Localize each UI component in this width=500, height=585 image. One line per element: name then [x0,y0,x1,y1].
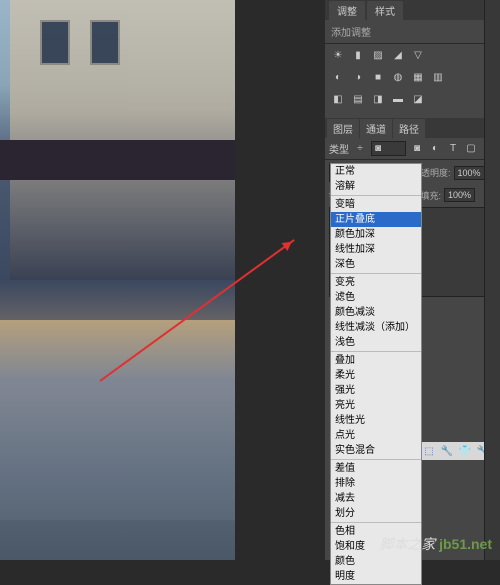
blend-option[interactable]: 强光 [331,383,421,398]
blend-option[interactable]: 差值 [331,461,421,476]
brightness-icon[interactable]: ☀ [331,48,345,62]
lookup-icon[interactable]: ▥ [431,70,445,84]
threshold-icon[interactable]: ◨ [371,92,385,106]
hue-icon[interactable]: ◐ [331,70,345,84]
blend-option[interactable]: 线性加深 [331,242,421,257]
blend-option[interactable]: 变暗 [331,197,421,212]
filter-type-icon[interactable]: T [446,142,460,156]
blend-option[interactable]: 实色混合 [331,443,421,458]
adjustment-icons-row1: ☀ ▮ ▨ ◢ ▽ [325,44,500,66]
tab-channels[interactable]: 通道 [360,119,392,138]
tab-styles[interactable]: 样式 [367,1,403,20]
levels-icon[interactable]: ▮ [351,48,365,62]
watermark-url: jb51.net [439,536,492,552]
separator [331,522,421,523]
layers-panel-tabs: 图层 通道 路径 [325,118,500,138]
canvas-preview [0,0,235,560]
blend-mode-dropdown[interactable]: 正常溶解变暗正片叠底颜色加深线性加深深色变亮滤色颜色减淡线性减淡（添加）浅色叠加… [330,163,422,585]
blend-option[interactable]: 颜色减淡 [331,305,421,320]
bw-icon[interactable]: ■ [371,70,385,84]
tab-adjustments[interactable]: 调整 [329,1,365,20]
kind-select[interactable]: ◙ [371,141,406,156]
layer-filter-row: 类型 ÷ ◙ ◙ ◐ T ▢ ◇ [325,138,500,160]
separator [331,459,421,460]
window-shape [90,20,120,65]
blend-option[interactable]: 滤色 [331,290,421,305]
water-shape [0,320,235,520]
selective-icon[interactable]: ◪ [411,92,425,106]
blend-option[interactable]: 叠加 [331,353,421,368]
blend-option[interactable]: 线性减淡（添加） [331,320,421,335]
window-shape [40,20,70,65]
filter-shape-icon[interactable]: ▢ [464,142,478,156]
photo-filter-icon[interactable]: ◍ [391,70,405,84]
separator [331,195,421,196]
blend-option[interactable]: 亮光 [331,398,421,413]
blend-option[interactable]: 颜色 [331,554,421,569]
tool-icon[interactable]: ⬚ [422,444,436,458]
wrench-icon[interactable]: 🔧 [440,444,454,458]
shirt-icon[interactable]: 👕 [458,444,472,458]
gradient-map-icon[interactable]: ▬ [391,92,405,106]
tab-layers[interactable]: 图层 [327,119,359,138]
blend-option[interactable]: 划分 [331,506,421,521]
separator [331,273,421,274]
adjustment-icons-row3: ◧ ▤ ◨ ▬ ◪ [325,88,500,110]
adjustment-icons-row2: ◐ ◑ ■ ◍ ▦ ▥ [325,66,500,88]
bottom-toolbar: ⬚ 🔧 👕 🔧 [418,442,494,460]
separator [331,351,421,352]
kind-label: 类型 [329,141,349,156]
exposure-icon[interactable]: ◢ [391,48,405,62]
blend-option[interactable]: 溶解 [331,179,421,194]
blend-option[interactable]: 颜色加深 [331,227,421,242]
filter-pixel-icon[interactable]: ◙ [410,142,424,156]
blend-option[interactable]: 明度 [331,569,421,584]
opacity-value[interactable]: 100% [454,166,485,180]
chevron-down-icon[interactable]: ÷ [353,142,367,156]
tab-paths[interactable]: 路径 [393,119,425,138]
invert-icon[interactable]: ◧ [331,92,345,106]
fill-value[interactable]: 100% [444,188,475,202]
collapsed-panel-strip[interactable] [484,0,500,560]
vibrance-icon[interactable]: ▽ [411,48,425,62]
adjustments-tabs: 调整 样式 [325,0,500,20]
blend-option[interactable]: 深色 [331,257,421,272]
balance-icon[interactable]: ◑ [351,70,365,84]
curves-icon[interactable]: ▨ [371,48,385,62]
awning-shape [0,140,235,180]
blend-option[interactable]: 点光 [331,428,421,443]
blend-option[interactable]: 减去 [331,491,421,506]
filter-adjust-icon[interactable]: ◐ [428,142,442,156]
add-adjustment-label: 添加调整 [325,20,500,44]
blend-option[interactable]: 正常 [331,164,421,179]
mixer-icon[interactable]: ▦ [411,70,425,84]
blend-option[interactable]: 线性光 [331,413,421,428]
fill-label: 填充: [421,189,442,202]
watermark-site: 脚本之家 [379,536,435,552]
blend-option[interactable]: 柔光 [331,368,421,383]
blend-option[interactable]: 变亮 [331,275,421,290]
blend-option[interactable]: 正片叠底 [331,212,421,227]
blend-option[interactable]: 浅色 [331,335,421,350]
posterize-icon[interactable]: ▤ [351,92,365,106]
watermark: 脚本之家 jb51.net [379,534,492,554]
blend-option[interactable]: 排除 [331,476,421,491]
